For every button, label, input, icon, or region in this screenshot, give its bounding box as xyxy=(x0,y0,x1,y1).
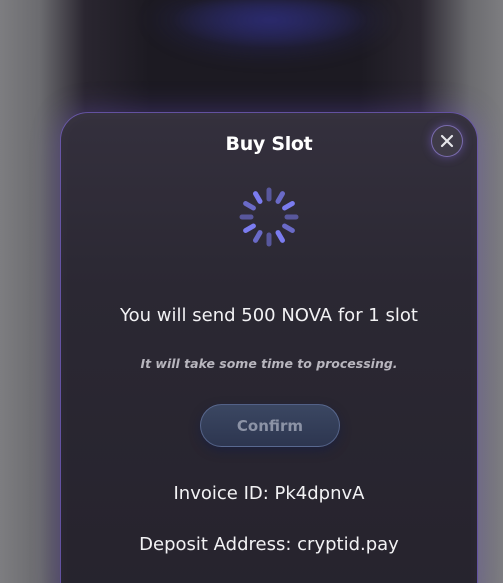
deposit-address: Deposit Address: cryptid.pay xyxy=(139,534,399,555)
spinner-dash xyxy=(275,230,285,243)
spinner-dash xyxy=(275,191,285,204)
backdrop-glow xyxy=(60,0,450,110)
confirm-button[interactable]: Confirm xyxy=(200,404,340,447)
spinner-dash xyxy=(282,201,295,211)
invoice-id: Invoice ID: Pk4dpnvA xyxy=(173,483,365,504)
processing-note: It will take some time to processing. xyxy=(140,356,398,371)
spinner-dash xyxy=(282,223,295,233)
close-button[interactable] xyxy=(431,125,463,157)
spinner-dash xyxy=(253,230,263,243)
close-icon xyxy=(440,134,454,148)
purchase-message: You will send 500 NOVA for 1 slot xyxy=(120,305,418,326)
modal-title: Buy Slot xyxy=(225,133,313,155)
buy-slot-modal: Buy Slot You will send 500 NOVA for 1 sl… xyxy=(60,112,478,583)
spinner-dash xyxy=(243,201,256,211)
spinner-dash xyxy=(243,223,256,233)
loading-spinner-icon xyxy=(239,187,299,247)
spinner-dash xyxy=(253,191,263,204)
